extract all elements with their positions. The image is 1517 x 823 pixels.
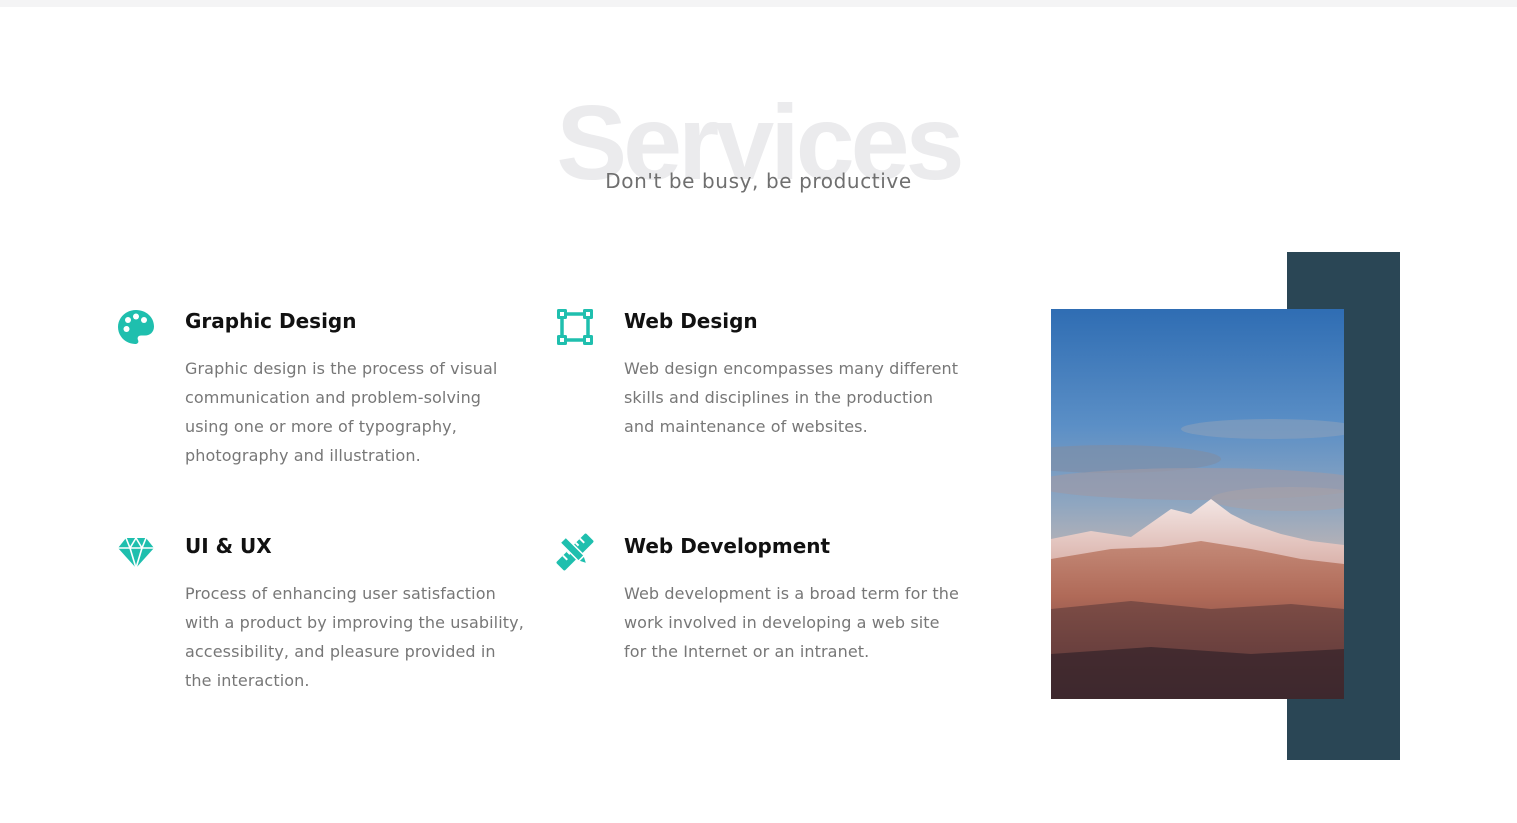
mountain-landscape-photo [1051, 309, 1344, 699]
service-description: Web development is a broad term for the … [624, 584, 959, 661]
service-title: Web Design [624, 309, 758, 333]
top-strip [0, 0, 1517, 7]
section-subtitle: Don't be busy, be productive [605, 169, 912, 193]
service-description: Graphic design is the process of visual … [185, 359, 498, 465]
vector-square-icon [556, 308, 594, 346]
section-heading: Services Don't be busy, be productive [0, 78, 1517, 208]
service-title: Web Development [624, 534, 831, 558]
service-title: Graphic Design [185, 309, 357, 333]
service-title: UI & UX [185, 534, 272, 558]
gem-icon [117, 533, 155, 571]
palette-icon [117, 308, 155, 346]
service-description: Process of enhancing user satisfaction w… [185, 584, 524, 690]
pencil-ruler-icon [556, 533, 594, 571]
service-description: Web design encompasses many different sk… [624, 359, 959, 436]
